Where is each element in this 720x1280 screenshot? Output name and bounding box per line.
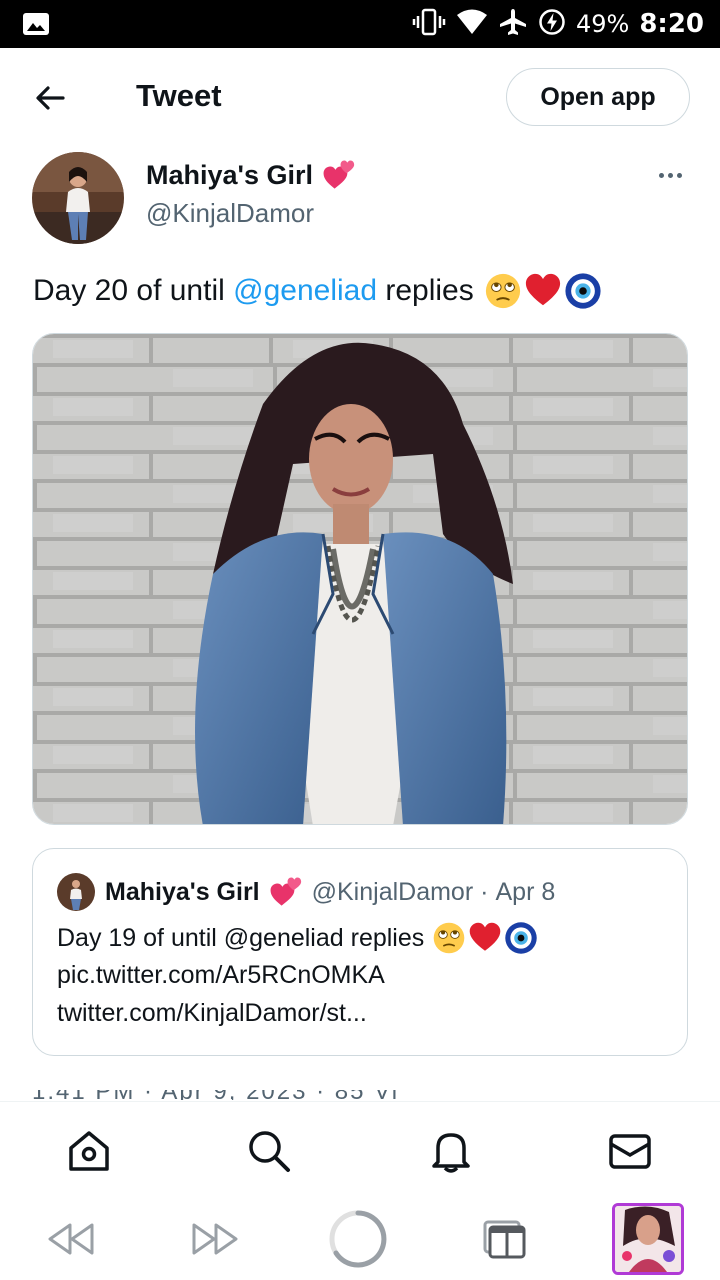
battery-percent: 49% bbox=[575, 10, 630, 38]
vibrate-icon bbox=[412, 8, 446, 41]
quoted-author-avatar bbox=[57, 873, 95, 911]
rewind-icon[interactable] bbox=[40, 1209, 100, 1269]
author-handle[interactable]: @KinjalDamor bbox=[146, 198, 314, 229]
browser-bar bbox=[0, 1199, 720, 1280]
clock: 8:20 bbox=[639, 9, 704, 39]
tweet-meta-clipped: 1:41 PM · Apr 9, 2023 · 85 Vi bbox=[32, 1090, 432, 1100]
two-hearts-emoji bbox=[321, 158, 355, 192]
tweet-text-after: replies bbox=[377, 274, 474, 307]
battery-charging-icon bbox=[538, 8, 566, 41]
fast-forward-icon[interactable] bbox=[186, 1209, 246, 1269]
tabs-icon[interactable] bbox=[474, 1209, 534, 1269]
red-heart-emoji bbox=[468, 921, 502, 955]
quoted-link-pic: pic.twitter.com/Ar5RCnOMKA bbox=[57, 961, 385, 989]
red-heart-emoji bbox=[524, 272, 562, 310]
image-icon bbox=[22, 12, 50, 41]
airplane-icon bbox=[498, 7, 528, 42]
two-hearts-emoji bbox=[268, 875, 302, 909]
tweet-meta-text: 1:41 PM · Apr 9, 2023 · 85 Vi bbox=[32, 1090, 399, 1100]
wifi-icon bbox=[456, 9, 488, 40]
search-icon[interactable] bbox=[246, 1128, 292, 1174]
quoted-link-tweet: twitter.com/KinjalDamor/st... bbox=[57, 999, 367, 1027]
nazar-amulet-emoji bbox=[564, 272, 602, 310]
nazar-amulet-emoji bbox=[504, 921, 538, 955]
quoted-date: Apr 8 bbox=[495, 877, 556, 906]
quoted-author-handle: @KinjalDamor bbox=[311, 877, 474, 906]
separator-dot: · bbox=[480, 877, 489, 906]
rolling-eyes-emoji bbox=[484, 272, 522, 310]
tweet-photo[interactable] bbox=[32, 333, 688, 825]
page-title: Tweet bbox=[136, 78, 222, 113]
quoted-author-name: Mahiya's Girl bbox=[105, 877, 260, 906]
quoted-text: Day 19 of until @geneliad replies bbox=[57, 921, 538, 955]
messages-envelope-icon[interactable] bbox=[607, 1128, 653, 1174]
bottom-nav bbox=[0, 1101, 720, 1199]
status-bar: 49% 8:20 bbox=[0, 0, 720, 48]
tweet-text-before: Day 20 of until bbox=[33, 274, 234, 307]
home-icon[interactable] bbox=[66, 1128, 112, 1174]
author-name[interactable]: Mahiya's Girl bbox=[146, 158, 355, 192]
rolling-eyes-emoji bbox=[432, 921, 466, 955]
back-arrow-icon[interactable] bbox=[26, 74, 74, 122]
quoted-header: Mahiya's Girl @KinjalDamor · Apr 8 bbox=[105, 875, 555, 909]
author-avatar[interactable] bbox=[32, 152, 124, 244]
top-bar: Tweet Open app bbox=[0, 48, 720, 146]
quoted-text-body: Day 19 of until @geneliad replies bbox=[57, 923, 425, 952]
quoted-tweet[interactable]: Mahiya's Girl @KinjalDamor · Apr 8 Day 1… bbox=[32, 848, 688, 1056]
current-tab-thumbnail[interactable] bbox=[612, 1203, 684, 1275]
notifications-bell-icon[interactable] bbox=[428, 1128, 474, 1174]
tweet-text: Day 20 of until @geneliad replies bbox=[33, 272, 602, 310]
loading-circle-icon[interactable] bbox=[328, 1209, 388, 1269]
author-name-text: Mahiya's Girl bbox=[146, 159, 313, 190]
more-options-icon[interactable] bbox=[652, 160, 688, 190]
mention-link[interactable]: @geneliad bbox=[233, 274, 377, 308]
open-app-button[interactable]: Open app bbox=[506, 68, 690, 126]
